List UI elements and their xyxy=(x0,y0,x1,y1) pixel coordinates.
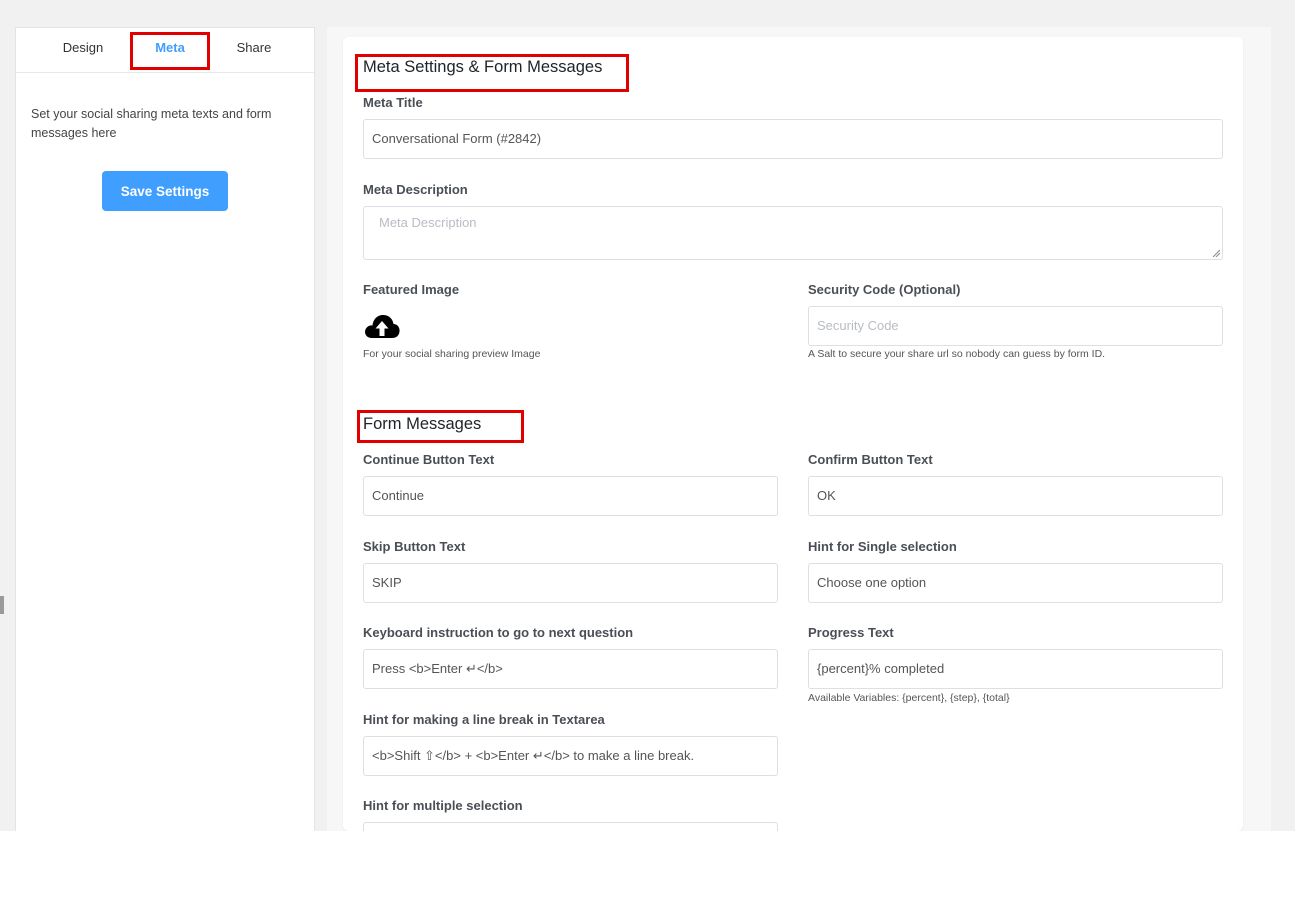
meta-section-title: Meta Settings & Form Messages xyxy=(363,58,603,76)
settings-sidebar: Design Meta Share Set your social sharin… xyxy=(15,27,315,831)
blank-area xyxy=(0,831,1295,918)
security-code-help: A Salt to secure your share url so nobod… xyxy=(808,348,1106,360)
cloud-upload-icon[interactable] xyxy=(363,312,401,340)
meta-title-input[interactable]: Conversational Form (#2842) xyxy=(363,119,1223,159)
multiple-selection-hint-input[interactable] xyxy=(363,822,778,831)
resize-grip-icon xyxy=(1212,249,1220,257)
single-selection-hint-input[interactable]: Choose one option xyxy=(808,563,1223,603)
keyboard-instruction-input[interactable]: Press <b>Enter ↵</b> xyxy=(363,649,778,689)
single-selection-hint-label: Hint for Single selection xyxy=(808,539,957,554)
confirm-button-label: Confirm Button Text xyxy=(808,452,933,467)
skip-button-label: Skip Button Text xyxy=(363,539,466,554)
security-code-label: Security Code (Optional) xyxy=(808,282,961,297)
tab-meta[interactable]: Meta xyxy=(131,28,209,72)
security-code-input[interactable]: Security Code xyxy=(808,306,1223,346)
featured-image-label: Featured Image xyxy=(363,282,460,297)
meta-title-label: Meta Title xyxy=(363,95,423,110)
resize-handle[interactable] xyxy=(0,596,4,614)
continue-button-input[interactable]: Continue xyxy=(363,476,778,516)
featured-image-help: For your social sharing preview Image xyxy=(363,348,541,360)
meta-description-textarea[interactable]: Meta Description xyxy=(363,206,1223,260)
sidebar-description: Set your social sharing meta texts and f… xyxy=(31,107,272,140)
progress-text-help: Available Variables: {percent}, {step}, … xyxy=(808,692,1010,704)
keyboard-instruction-label: Keyboard instruction to go to next quest… xyxy=(363,625,634,640)
continue-button-label: Continue Button Text xyxy=(363,452,495,467)
confirm-button-input[interactable]: OK xyxy=(808,476,1223,516)
skip-button-input[interactable]: SKIP xyxy=(363,563,778,603)
sidebar-tabs: Design Meta Share xyxy=(16,28,314,73)
line-break-hint-label: Hint for making a line break in Textarea xyxy=(363,712,605,727)
tab-share[interactable]: Share xyxy=(226,28,282,72)
multiple-selection-hint-label: Hint for multiple selection xyxy=(363,798,523,813)
progress-text-label: Progress Text xyxy=(808,625,894,640)
meta-description-placeholder: Meta Description xyxy=(379,215,477,230)
save-settings-button[interactable]: Save Settings xyxy=(102,171,228,211)
form-messages-title: Form Messages xyxy=(363,415,482,433)
app-window: Design Meta Share Set your social sharin… xyxy=(0,0,1295,831)
meta-description-label: Meta Description xyxy=(363,182,468,197)
line-break-hint-input[interactable]: <b>Shift ⇧</b> + <b>Enter ↵</b> to make … xyxy=(363,736,778,776)
progress-text-input[interactable]: {percent}% completed xyxy=(808,649,1223,689)
tab-design[interactable]: Design xyxy=(58,28,108,72)
